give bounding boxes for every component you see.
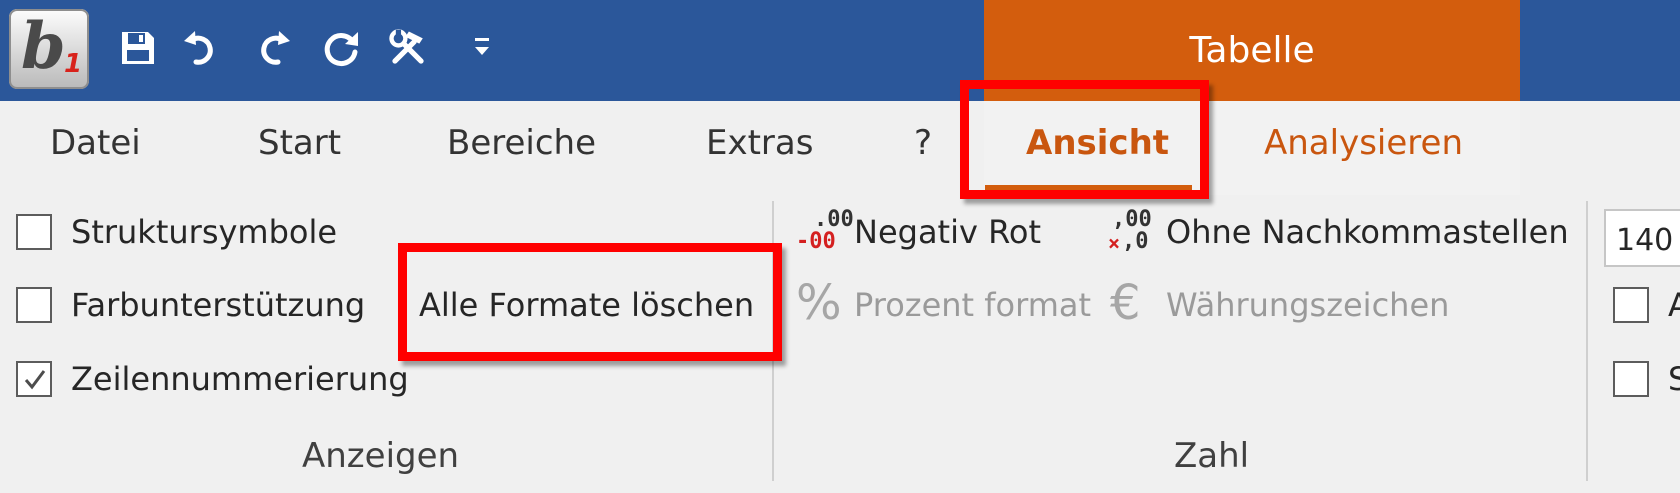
farbunterstuetzung-checkbox[interactable] xyxy=(16,287,52,323)
struktursymbole-checkbox[interactable] xyxy=(16,214,52,250)
decrease-decimal-x-icon: × xyxy=(1108,231,1121,255)
zeilennummerierung-checkbox[interactable] xyxy=(16,361,52,397)
group-label-zahl: Zahl xyxy=(1174,436,1250,476)
group-label-anzeigen: Anzeigen xyxy=(302,436,460,476)
tab-start[interactable]: Start xyxy=(258,123,341,163)
waehrungszeichen-button[interactable]: Währungszeichen xyxy=(1166,286,1449,324)
tools-icon[interactable] xyxy=(388,24,428,72)
group-separator xyxy=(772,201,774,481)
redo-icon[interactable] xyxy=(252,24,292,72)
decrease-decimal-icon: ,00 × ,0 xyxy=(1108,209,1158,255)
tab-analysieren[interactable]: Analysieren xyxy=(1264,123,1463,163)
tab-ansicht[interactable]: Ansicht xyxy=(1026,123,1169,163)
refresh-icon[interactable] xyxy=(322,24,362,72)
ohne-nachkommastellen-button[interactable]: Ohne Nachkommastellen xyxy=(1166,213,1569,251)
negative-red-icon: .00 -00 xyxy=(796,209,854,255)
tab-datei[interactable]: Datei xyxy=(50,123,141,163)
group-separator xyxy=(1586,201,1588,481)
save-icon[interactable] xyxy=(118,24,158,72)
third-group-checkbox-1-label: A xyxy=(1668,286,1680,324)
zoom-input[interactable]: 140 xyxy=(1604,209,1680,267)
active-tab-indicator xyxy=(985,185,1192,191)
context-tab-title: Tabelle xyxy=(1189,30,1315,71)
alle-formate-loeschen-button[interactable]: Alle Formate löschen xyxy=(419,286,754,324)
zeilennummerierung-label: Zeilennummerierung xyxy=(71,360,409,398)
ribbon-tab-row: Datei Start Bereiche Extras ? Ansicht An… xyxy=(0,101,1680,195)
third-group-checkbox-1[interactable] xyxy=(1613,287,1649,323)
third-group-checkbox-2-label: S xyxy=(1668,360,1680,398)
tab-extras[interactable]: Extras xyxy=(706,123,813,163)
euro-icon: € xyxy=(1110,275,1141,331)
zoom-value: 140 xyxy=(1616,223,1674,258)
negativ-rot-button[interactable]: Negativ Rot xyxy=(854,213,1041,251)
context-tab-header: Tabelle xyxy=(984,0,1520,101)
tab-help[interactable]: ? xyxy=(914,123,932,163)
struktursymbole-label: Struktursymbole xyxy=(71,213,338,251)
checkmark-icon xyxy=(24,370,46,390)
b1-logo-icon[interactable]: b1 xyxy=(9,9,89,89)
tab-bereiche[interactable]: Bereiche xyxy=(447,123,596,163)
third-group-checkbox-2[interactable] xyxy=(1613,361,1649,397)
decrease-decimal-icon-bottom: ,0 xyxy=(1122,229,1149,254)
decrease-decimal-icon-top: ,00 xyxy=(1112,207,1152,232)
farbunterstuetzung-label: Farbunterstützung xyxy=(71,286,366,324)
title-bar: b1 Tabelle xyxy=(0,0,1680,101)
prozent-format-button[interactable]: Prozent format xyxy=(854,286,1091,324)
negative-red-icon-bottom: -00 xyxy=(796,229,836,254)
percent-icon: % xyxy=(796,275,842,331)
undo-icon[interactable] xyxy=(182,24,222,72)
customize-dropdown-icon[interactable] xyxy=(462,24,502,72)
ribbon-panel: Struktursymbole Farbunterstützung Zeilen… xyxy=(0,195,1680,493)
negative-red-icon-top: .00 xyxy=(814,207,854,232)
